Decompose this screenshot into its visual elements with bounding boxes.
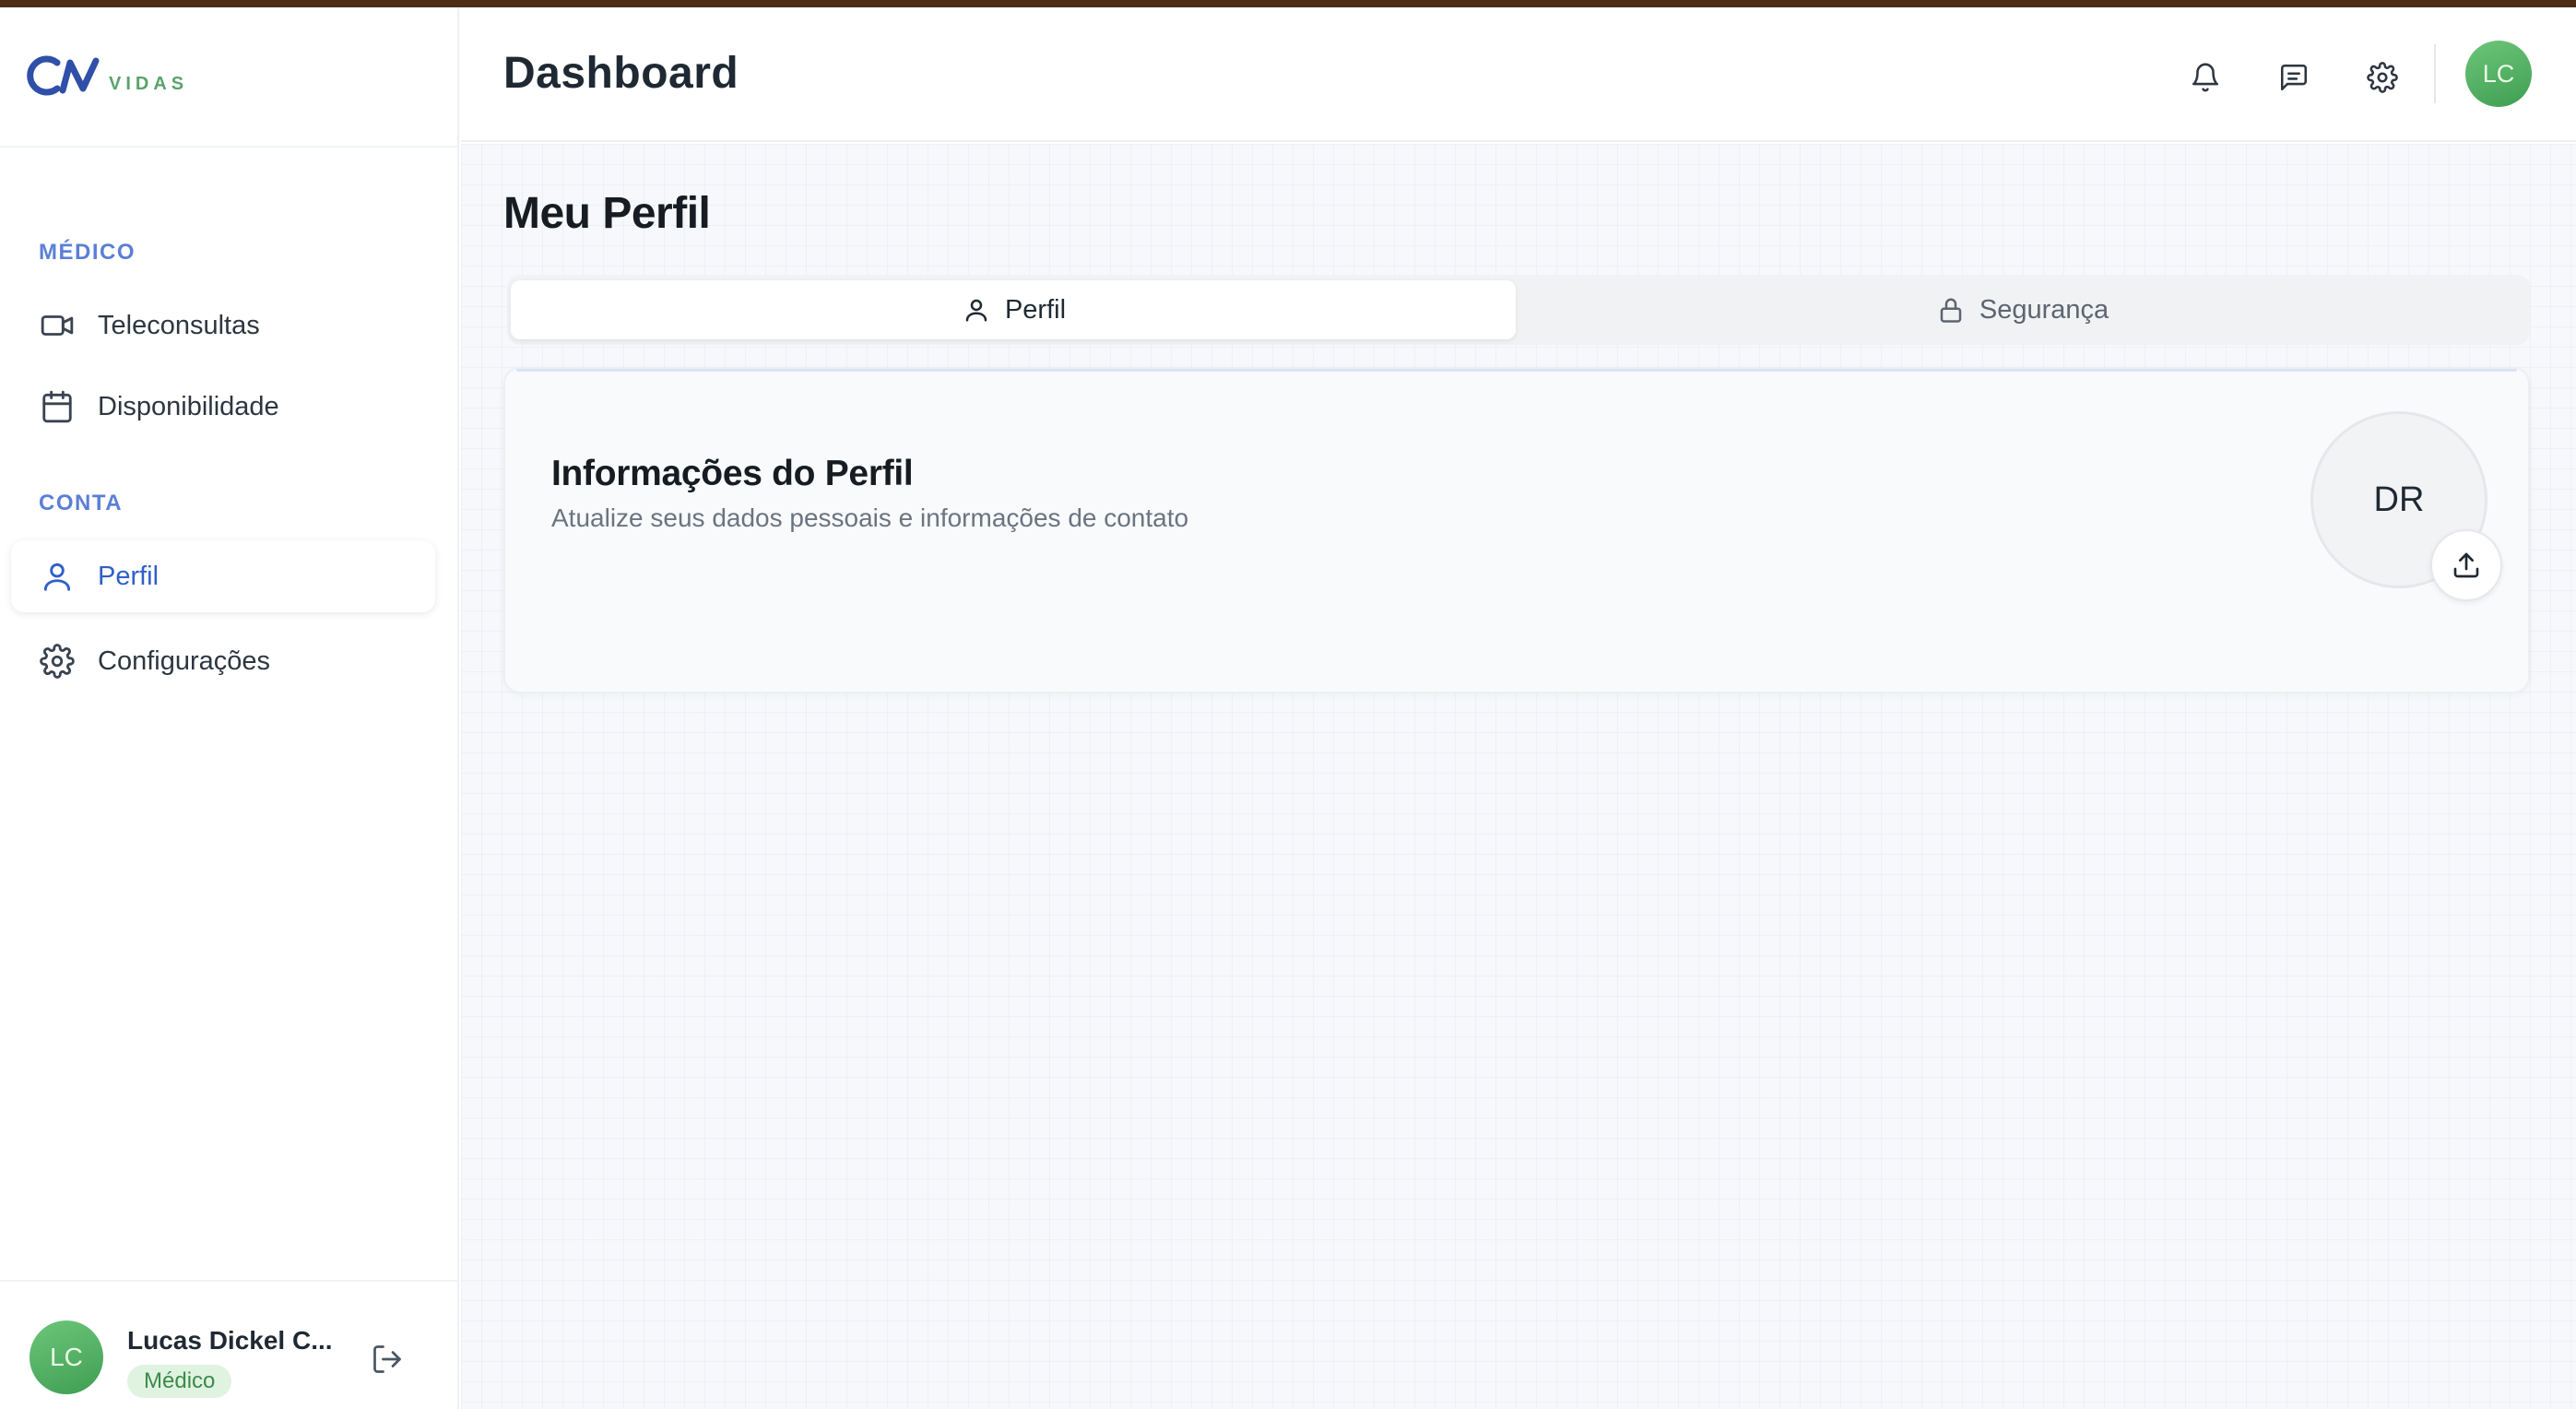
page-header-title: Dashboard: [503, 49, 739, 98]
tab-label: Segurança: [1979, 294, 2109, 325]
user-icon: [961, 294, 992, 326]
page-title: Meu Perfil: [503, 189, 711, 238]
main-content: Meu Perfil Perfil Segurança Informações …: [461, 144, 2576, 1409]
avatar[interactable]: LC: [30, 1320, 103, 1394]
user-icon: [39, 558, 76, 595]
sidebar-item-configuracoes[interactable]: Configurações: [11, 625, 435, 697]
upload-icon: [2453, 552, 2479, 578]
settings-button[interactable]: [2357, 52, 2408, 103]
section-label-conta: CONTA: [39, 491, 124, 515]
sidebar-item-label: Configurações: [98, 645, 270, 676]
tab-label: Perfil: [1004, 294, 1067, 325]
logo-area: VIDAS: [0, 7, 457, 148]
video-icon: [39, 307, 76, 344]
sidebar-item-disponibilidade[interactable]: Disponibilidade: [11, 371, 435, 443]
tab-perfil[interactable]: Perfil: [511, 280, 1516, 339]
bell-icon: [2192, 63, 2219, 92]
sidebar-item-label: Perfil: [98, 561, 160, 591]
card-accent-line: [516, 369, 2517, 372]
card-subtitle: Atualize seus dados pessoais e informaçõ…: [551, 503, 1189, 532]
card-title: Informações do Perfil: [551, 454, 914, 493]
sidebar-item-label: Disponibilidade: [98, 391, 279, 421]
logo-icon[interactable]: [26, 55, 105, 96]
gear-icon: [39, 643, 76, 680]
profile-tabs: Perfil Segurança: [507, 275, 2530, 345]
lock-icon: [1935, 294, 1967, 326]
user-name: Lucas Dickel C...: [127, 1326, 333, 1355]
sidebar-item-teleconsultas[interactable]: Teleconsultas: [11, 290, 435, 361]
user-footer: LC Lucas Dickel C... Médico: [0, 1280, 457, 1409]
notifications-button[interactable]: [2180, 52, 2231, 103]
message-icon: [2280, 64, 2308, 91]
logout-icon[interactable]: [371, 1343, 404, 1376]
sidebar-item-perfil[interactable]: Perfil: [11, 540, 435, 612]
sidebar-item-label: Teleconsultas: [98, 310, 260, 340]
header-avatar[interactable]: LC: [2465, 41, 2532, 107]
section-label-medico: MÉDICO: [39, 240, 136, 265]
calendar-icon: [39, 388, 76, 425]
upload-photo-button[interactable]: [2430, 529, 2502, 601]
messages-button[interactable]: [2268, 52, 2320, 103]
logo-text: VIDAS: [109, 74, 189, 94]
header-divider: [2434, 44, 2436, 103]
tab-seguranca[interactable]: Segurança: [1519, 280, 2524, 339]
sidebar: VIDAS MÉDICO Teleconsultas Disponibilida…: [0, 7, 459, 1409]
role-badge: Médico: [127, 1365, 232, 1398]
profile-info-card: Informações do Perfil Atualize seus dado…: [503, 367, 2530, 693]
gear-icon: [2367, 62, 2398, 93]
top-accent-strip: [0, 0, 2576, 7]
header: Dashboard LC: [461, 7, 2576, 142]
